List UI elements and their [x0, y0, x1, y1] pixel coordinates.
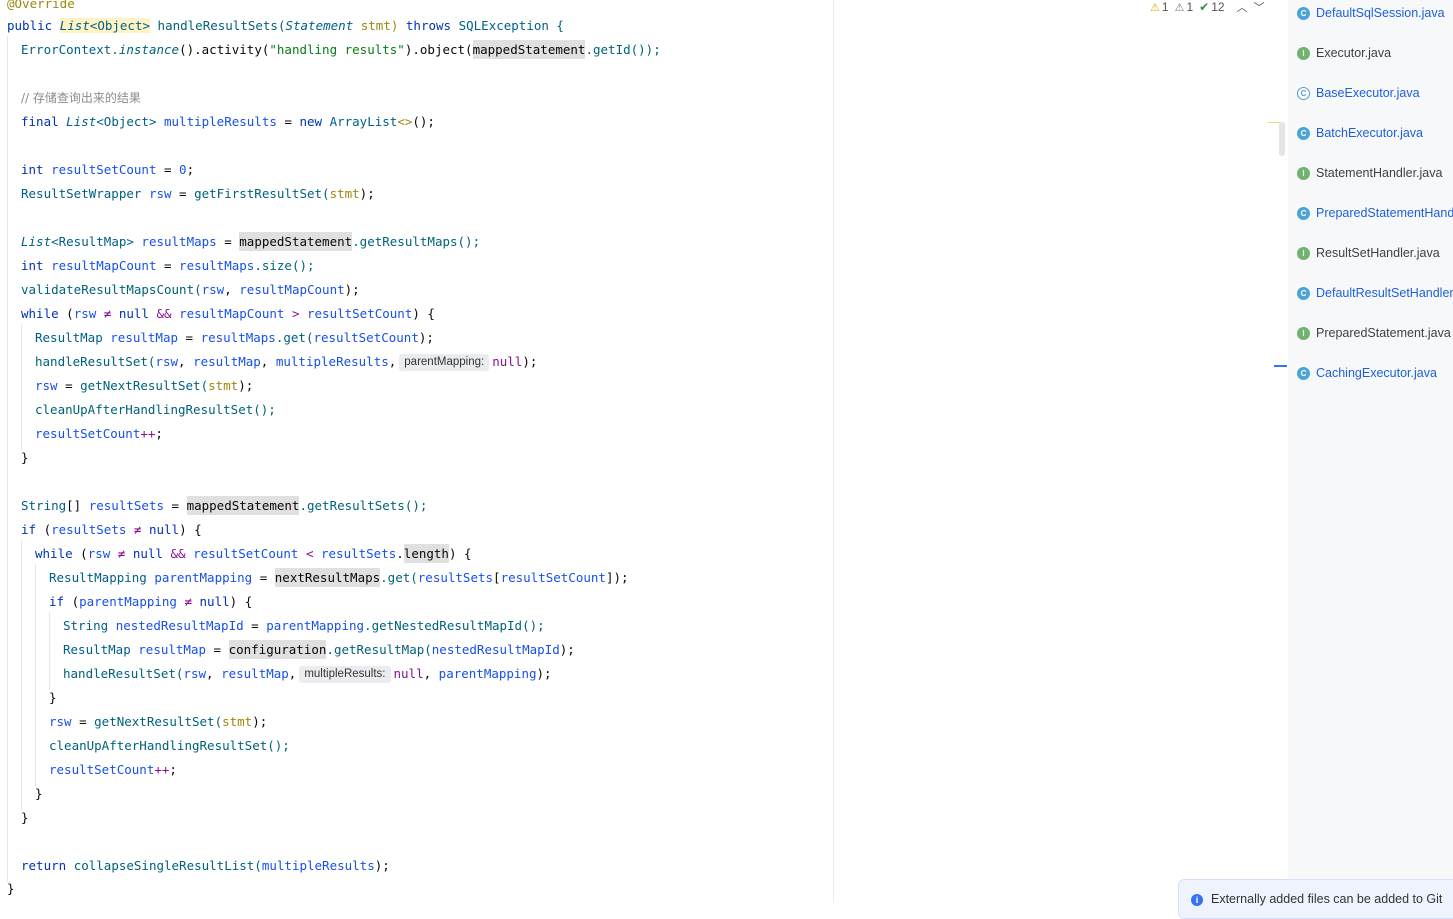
interface-icon: I: [1297, 46, 1310, 60]
warning-icon: ⚠: [1150, 1, 1160, 14]
code-line-nested-id: String nestedResultMapId = parentMapping…: [63, 618, 545, 633]
code-line-if-result-sets: if (resultSets ≠ null) {: [21, 522, 202, 537]
file-item[interactable]: C DefaultSqlSession.java: [1288, 0, 1453, 33]
file-item[interactable]: I Executor.java: [1288, 33, 1453, 73]
info-icon: i: [1191, 894, 1203, 906]
code-line-rsw: ResultSetWrapper rsw = getFirstResultSet…: [21, 186, 375, 201]
weak-warnings-counter[interactable]: ⚠ 1: [1175, 0, 1194, 14]
file-item[interactable]: I ResultSetHandler.java: [1288, 233, 1453, 273]
warnings-counter[interactable]: ⚠ 1: [1150, 0, 1169, 14]
next-highlight-icon[interactable]: ﹀: [1254, 0, 1265, 15]
editor-scrollbar-thumb[interactable]: [1279, 122, 1285, 156]
file-item[interactable]: C BatchExecutor.java: [1288, 113, 1453, 153]
code-line-multiple-results: final List<Object> multipleResults = new…: [21, 114, 435, 129]
code-line-result-map-get: ResultMap resultMap = resultMaps.get(res…: [35, 330, 434, 345]
code-line-result-map-count: int resultMapCount = resultMaps.size();: [21, 258, 315, 273]
inspection-widget[interactable]: ⚠ 1 ⚠ 1 ✔ 12 ︿ ﹀: [1150, 0, 1265, 14]
code-line-cleanup-1: cleanUpAfterHandlingResultSet();: [35, 402, 276, 417]
scrollbar-marker-caret: [1274, 365, 1287, 367]
class-icon: C: [1297, 126, 1310, 140]
interface-icon: I: [1297, 166, 1310, 180]
interface-icon: I: [1297, 326, 1310, 340]
weak-warning-icon: ⚠: [1174, 1, 1185, 14]
git-notification[interactable]: i Externally added files can be added to…: [1178, 879, 1453, 919]
code-line-close-while-1: }: [21, 450, 29, 465]
code-line-validate: validateResultMapsCount(rsw, resultMapCo…: [21, 282, 360, 297]
code-editor[interactable]: @Override public List<Object> handleResu…: [0, 0, 834, 903]
class-icon: C: [1297, 286, 1310, 300]
right-margin-line: [833, 0, 834, 903]
code-line-next-result-set-1: rsw = getNextResultSet(stmt);: [35, 378, 254, 393]
code-line-error-context: ErrorContext.instance().activity("handli…: [21, 40, 661, 59]
code-line-while-1: while (rsw ≠ null && resultMapCount > re…: [21, 306, 435, 321]
file-item[interactable]: CDefaultResultSetHandler.java: [1288, 273, 1453, 313]
code-line-close-method: }: [7, 881, 15, 896]
file-item[interactable]: C CachingExecutor.java: [1288, 353, 1453, 393]
code-comment: // 存储查询出来的结果: [21, 91, 141, 105]
recent-files-panel: C DefaultSqlSession.java I Executor.java C…: [1288, 0, 1453, 903]
typos-counter[interactable]: ✔ 12: [1199, 0, 1224, 14]
typo-check-icon: ✔: [1199, 0, 1210, 14]
parameter-hint: multipleResults:: [299, 666, 391, 683]
file-item[interactable]: C BaseExecutor.java: [1288, 73, 1453, 113]
class-icon: C: [1297, 366, 1310, 380]
annotation-text: @Override: [7, 0, 75, 11]
indent-guide: [21, 324, 22, 450]
class-icon: C: [1297, 6, 1310, 20]
interface-icon: I: [1297, 246, 1310, 260]
code-line-result-maps: List<ResultMap> resultMaps = mappedState…: [21, 232, 481, 251]
code-line-return: return collapseSingleResultList(multiple…: [21, 858, 390, 873]
code-line-close-while-2: }: [35, 786, 43, 801]
code-line-while-2: while (rsw ≠ null && resultSetCount < re…: [35, 544, 472, 563]
code-line-handle-result-set-1: handleResultSet(rsw, resultMap, multiple…: [35, 354, 538, 371]
code-line-method-signature: public List<Object> handleResultSets(Sta…: [7, 18, 564, 33]
code-line-increment-2: resultSetCount++;: [49, 762, 177, 777]
indent-guide: [35, 564, 36, 786]
indent-guide: [49, 612, 50, 690]
code-line-next-result-set-2: rsw = getNextResultSet(stmt);: [49, 714, 268, 729]
code-line-result-set-count: int resultSetCount = 0;: [21, 162, 195, 177]
code-line-handle-result-set-2: handleResultSet(rsw, resultMap, multipleR…: [63, 666, 552, 683]
previous-highlight-icon[interactable]: ︿: [1237, 0, 1248, 15]
class-icon: C: [1297, 206, 1310, 220]
code-line-nested-result-map: ResultMap resultMap = configuration.getR…: [63, 640, 575, 659]
indent-guide: [7, 36, 8, 882]
code-line-cleanup-2: cleanUpAfterHandlingResultSet();: [49, 738, 290, 753]
file-item[interactable]: I PreparedStatement.java: [1288, 313, 1453, 353]
notification-text: Externally added files can be added to G…: [1211, 892, 1443, 906]
parameter-hint: parentMapping:: [399, 354, 490, 371]
code-line-comment: // 存储查询出来的结果: [21, 86, 141, 110]
indent-guide: [21, 540, 22, 810]
code-line-close-if: }: [49, 690, 57, 705]
code-line-if-parent-mapping: if (parentMapping ≠ null) {: [49, 594, 253, 609]
code-line-result-sets: String[] resultSets = mappedStatement.ge…: [21, 496, 428, 515]
code-line-increment-1: resultSetCount++;: [35, 426, 163, 441]
file-item[interactable]: I StatementHandler.java: [1288, 153, 1453, 193]
file-item[interactable]: CPreparedStatementHandler.java: [1288, 193, 1453, 233]
code-line-close-if-result-sets: }: [21, 810, 29, 825]
code-line-parent-mapping: ResultMapping parentMapping = nextResult…: [49, 568, 629, 587]
abstract-class-icon: C: [1297, 86, 1310, 100]
